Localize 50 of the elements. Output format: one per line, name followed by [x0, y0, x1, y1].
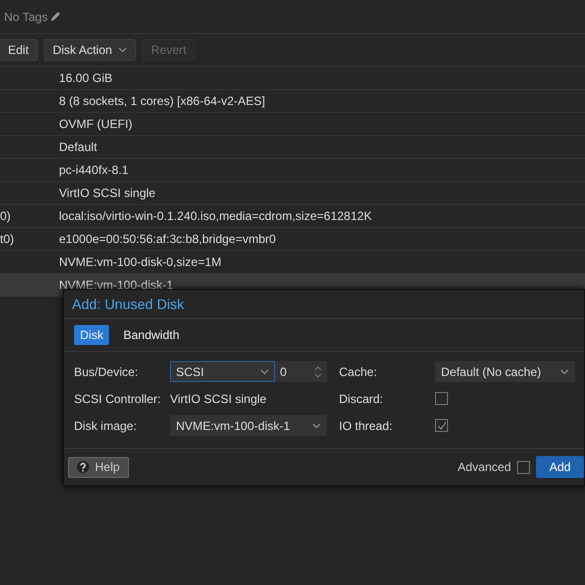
- caret-icon: [312, 422, 321, 428]
- field-label: Discard:: [339, 392, 384, 406]
- field-label: SCSI Controller:: [74, 392, 162, 406]
- row-key: t0): [0, 232, 14, 246]
- table-row[interactable]: 16.00 GiB: [0, 67, 585, 90]
- help-button[interactable]: Help: [68, 456, 129, 478]
- checkbox[interactable]: [517, 460, 530, 474]
- caret-icon: [118, 47, 128, 53]
- help-icon: [77, 461, 89, 473]
- controller-value: VirtIO SCSI single: [170, 392, 266, 406]
- table-row[interactable]: 0) local:iso/virtio-win-0.1.240.iso,media=cdrom,size=612812K: [0, 205, 585, 228]
- row-value: 16.00 GiB: [59, 71, 112, 85]
- row-value: pc-i440fx-8.1: [59, 163, 128, 177]
- device-number-field[interactable]: 0: [275, 361, 327, 382]
- field-label: Bus/Device:: [74, 364, 140, 378]
- bus-select[interactable]: SCSI: [170, 361, 275, 382]
- row-value: VirtIO SCSI single: [59, 186, 156, 200]
- menu-button[interactable]: Disk Action: [44, 39, 136, 61]
- pencil-icon[interactable]: [50, 11, 61, 22]
- field-label: IO thread:: [339, 418, 394, 432]
- select-field[interactable]: Default (No cache): [435, 361, 575, 382]
- table-row[interactable]: VirtIO SCSI single: [0, 182, 585, 205]
- tab[interactable]: Bandwidth: [117, 325, 186, 345]
- spinner-icon: [314, 364, 322, 378]
- table-row[interactable]: 8 (8 sockets, 1 cores) [x86-64-v2-AES]: [0, 90, 585, 113]
- row-value: Default: [59, 140, 98, 154]
- caret-icon: [560, 368, 569, 374]
- table-row[interactable]: pc-i440fx-8.1: [0, 159, 585, 182]
- advanced-label: Advanced: [458, 460, 511, 474]
- checkbox[interactable]: [435, 419, 448, 432]
- row-value: local:iso/virtio-win-0.1.240.iso,media=cdrom,size=612812K: [59, 209, 372, 223]
- select-field[interactable]: NVME:vm-100-disk-1: [170, 415, 327, 436]
- toolbar-button[interactable]: Edit: [0, 39, 38, 61]
- tab[interactable]: Disk: [74, 325, 110, 345]
- field-label: Disk image:: [74, 418, 138, 432]
- table-row[interactable]: Default: [0, 136, 585, 159]
- tags-label: No Tags: [4, 10, 48, 24]
- field-label: Cache:: [339, 364, 378, 378]
- row-value: e1000e=00:50:56:af:3c:b8,bridge=vmbr0: [59, 232, 276, 246]
- table-row[interactable]: OVMF (UEFI): [0, 113, 585, 136]
- row-value: 8 (8 sockets, 1 cores) [x86-64-v2-AES]: [59, 94, 266, 108]
- dialog-title: Add: Unused Disk: [72, 296, 184, 312]
- add-button[interactable]: Add: [536, 456, 584, 478]
- checkbox[interactable]: [435, 392, 448, 405]
- row-value: NVME:vm-100-disk-1: [59, 278, 174, 292]
- caret-icon: [260, 368, 269, 374]
- table-row[interactable]: t0) e1000e=00:50:56:af:3c:b8,bridge=vmbr0: [0, 228, 585, 251]
- row-value: NVME:vm-100-disk-0,size=1M: [59, 255, 222, 269]
- row-value: OVMF (UEFI): [59, 117, 132, 131]
- row-key: 0): [0, 209, 11, 223]
